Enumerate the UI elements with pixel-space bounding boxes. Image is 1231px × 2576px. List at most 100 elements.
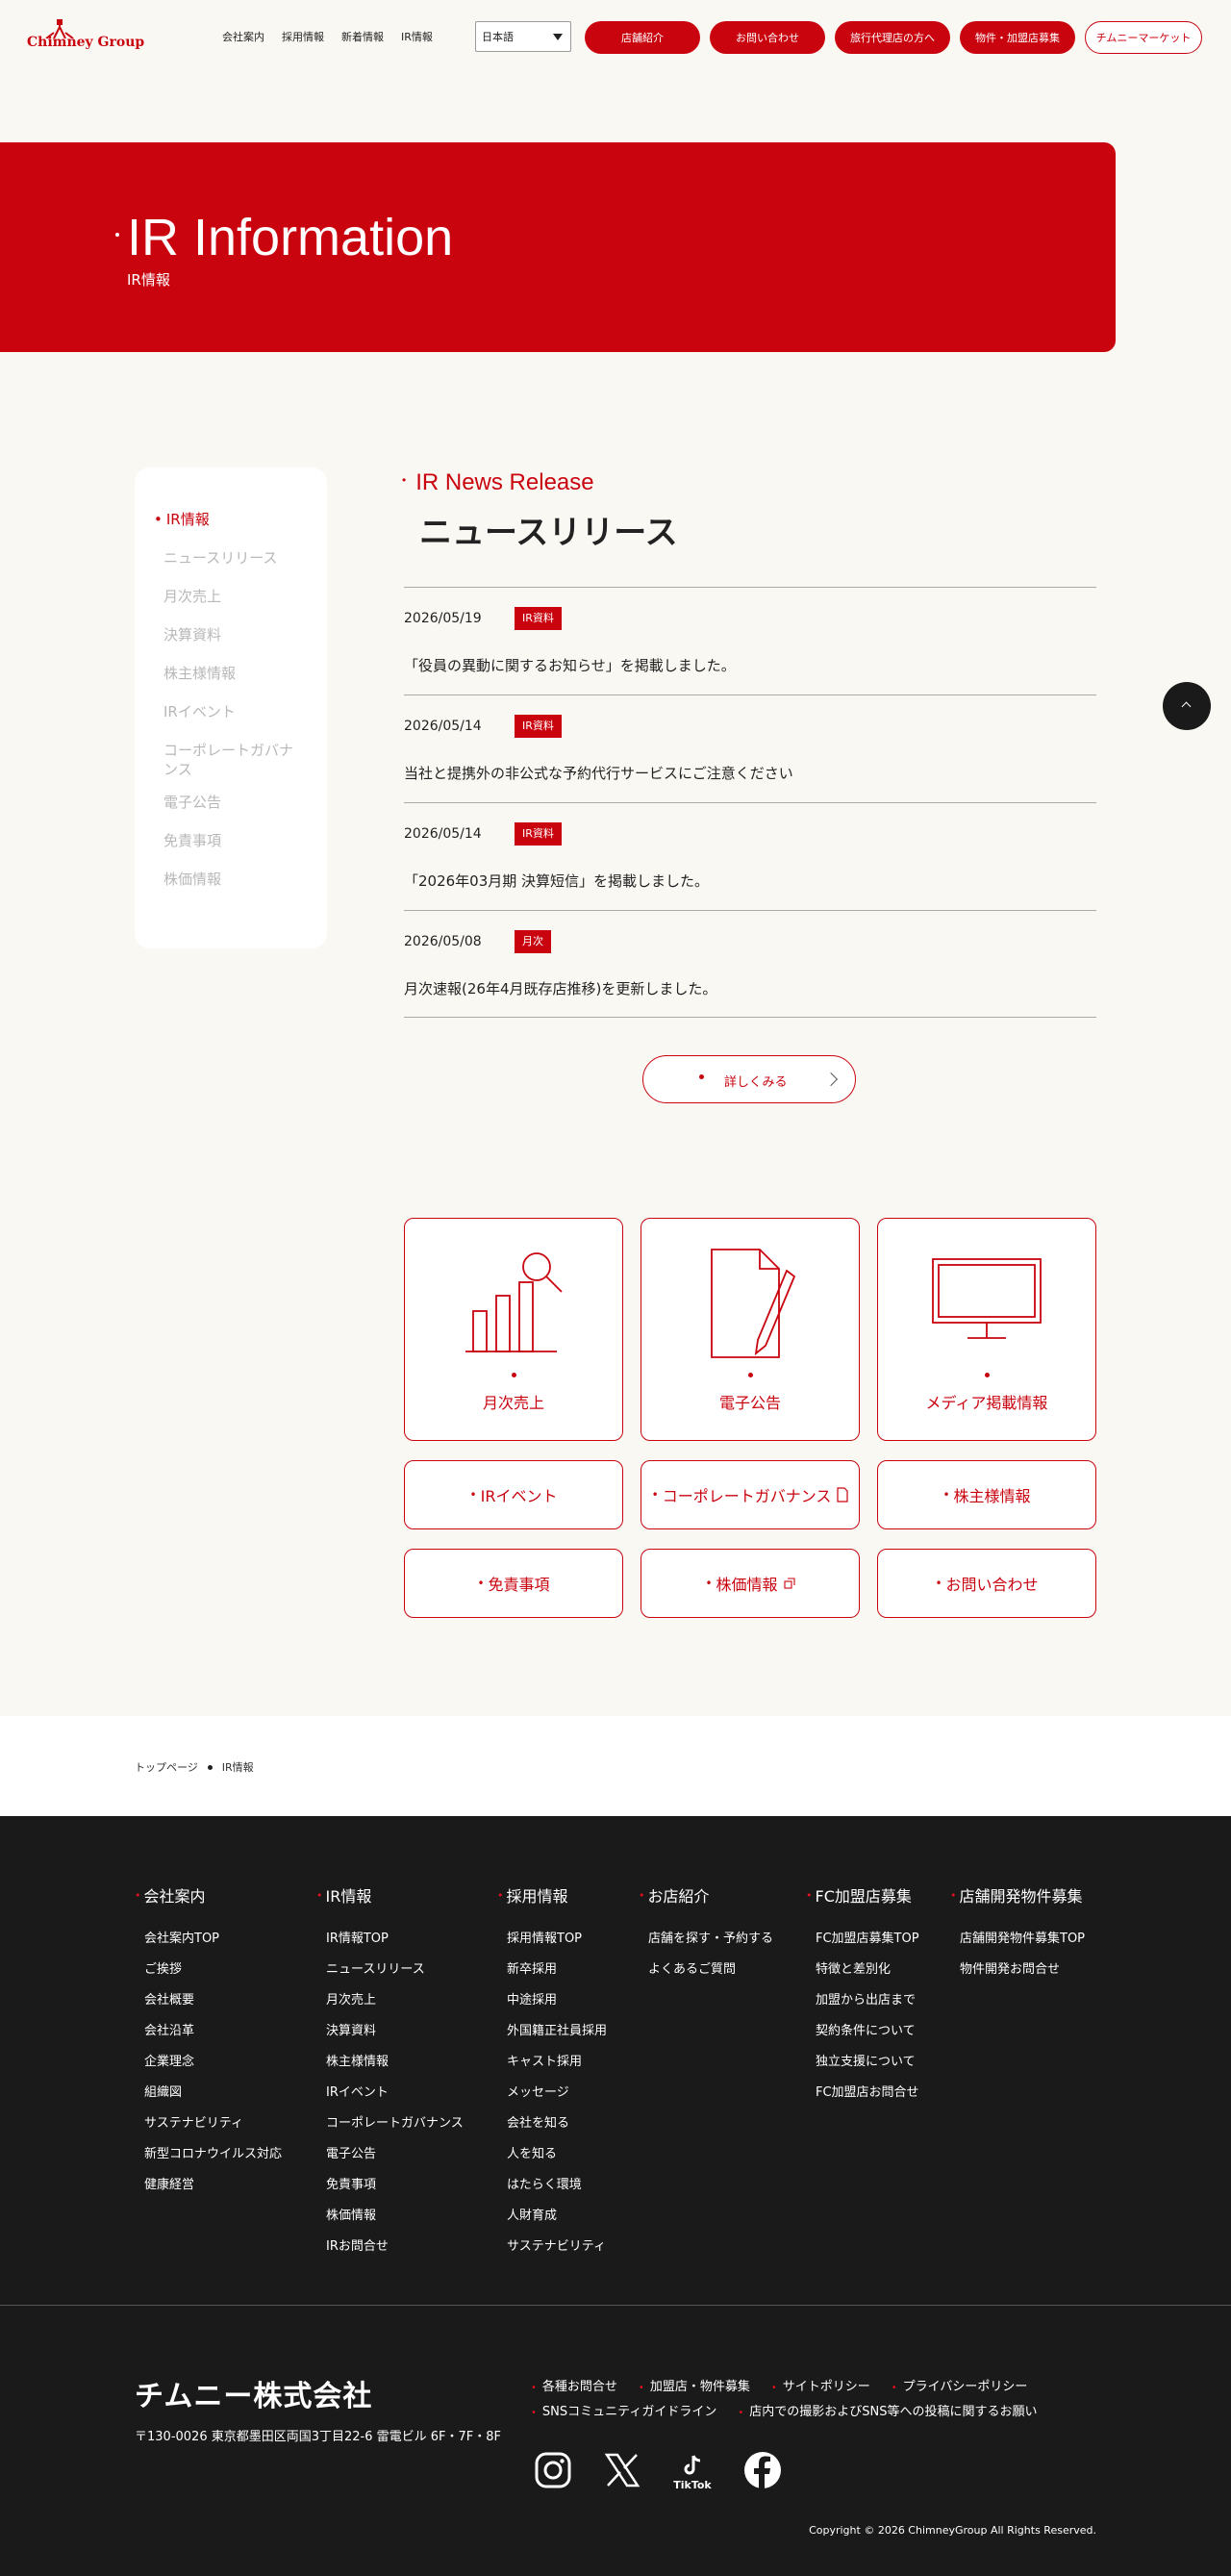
news-item[interactable]: 2026/05/14 IR資料 当社と提携外の非公式な予約代行サービスにご注意く… [404, 695, 1096, 802]
footer-link[interactable]: メッセージ [497, 2078, 607, 2109]
card-ir-events[interactable]: IRイベント [404, 1460, 623, 1529]
footer-col-head[interactable]: 会社案内 [135, 1883, 282, 1907]
card-media-info[interactable]: メディア掲載情報 [877, 1218, 1096, 1441]
sidebar-item-disclaimer[interactable]: 免責事項 [154, 831, 308, 850]
footer-col-head[interactable]: 店舗開発物件募集 [950, 1883, 1085, 1907]
footer-link[interactable]: 外国籍正社員採用 [497, 2016, 607, 2047]
card-governance[interactable]: コーポレートガバナンス [641, 1460, 860, 1529]
footer-link[interactable]: IR情報TOP [316, 1924, 464, 1955]
footer-col-head[interactable]: 採用情報 [497, 1883, 607, 1907]
footer-link[interactable]: はたらく環境 [497, 2170, 607, 2201]
footer-link[interactable]: FC加盟店お問合せ [806, 2078, 919, 2109]
sidebar-item-ir[interactable]: IR情報 [154, 510, 308, 529]
sidebar-item-news-release[interactable]: ニュースリリース [154, 548, 308, 568]
footer-link[interactable]: 会社を知る [497, 2109, 607, 2139]
travel-agency-button[interactable]: 旅行代理店の方へ [835, 21, 950, 54]
stores-button[interactable]: 店舗紹介 [585, 21, 700, 54]
footer-link[interactable]: 特徴と差別化 [806, 1955, 919, 1985]
footer-link[interactable]: 人を知る [497, 2139, 607, 2170]
news-item[interactable]: 2026/05/19 IR資料 「役員の異動に関するお知らせ」を掲載しました。 [404, 587, 1096, 695]
sidebar-item-governance[interactable]: コーポレートガバナンス [154, 741, 298, 779]
language-select[interactable]: 日本語 [475, 21, 571, 52]
footer-link[interactable]: 加盟から出店まで [806, 1985, 919, 2016]
card-e-notice[interactable]: 電子公告 [641, 1218, 860, 1441]
footer-link[interactable]: 新型コロナウイルス対応 [135, 2139, 282, 2170]
footer-link[interactable]: 会社概要 [135, 1985, 282, 2016]
card-shareholder-info[interactable]: 株主様情報 [877, 1460, 1096, 1529]
footer-link[interactable]: 新卒採用 [497, 1955, 607, 1985]
breadcrumb-home[interactable]: トップページ [135, 1759, 198, 1775]
footer-link[interactable]: 独立支援について [806, 2047, 919, 2078]
news-text[interactable]: 月次速報(26年4月既存店推移)を更新しました。 [404, 978, 716, 998]
footer-col-head[interactable]: FC加盟店募集 [806, 1883, 919, 1907]
news-text[interactable]: 当社と提携外の非公式な予約代行サービスにご注意ください [404, 763, 793, 783]
nav-ir[interactable]: IR情報 [401, 29, 433, 44]
footer-link[interactable]: サイトポリシー [771, 2376, 870, 2394]
card-contact[interactable]: お問い合わせ [877, 1549, 1096, 1618]
footer-link[interactable]: サステナビリティ [135, 2109, 282, 2139]
footer-link[interactable]: IRお問合せ [316, 2232, 464, 2262]
footer-link[interactable]: 会社案内TOP [135, 1924, 282, 1955]
nav-company[interactable]: 会社案内 [222, 29, 264, 44]
footer-link[interactable]: サステナビリティ [497, 2232, 607, 2262]
back-to-top-button[interactable] [1163, 682, 1211, 730]
footer-link[interactable]: 企業理念 [135, 2047, 282, 2078]
footer-col-head[interactable]: お店紹介 [639, 1883, 773, 1907]
news-text[interactable]: 「役員の異動に関するお知らせ」を掲載しました。 [404, 655, 736, 675]
sidebar-item-ir-events[interactable]: IRイベント [154, 702, 308, 721]
view-more-button[interactable]: 詳しくみる [642, 1055, 856, 1103]
footer-link[interactable]: よくあるご質問 [639, 1955, 773, 1985]
footer-link[interactable]: 店舗を探す・予約する [639, 1924, 773, 1955]
sidebar-item-shareholder-info[interactable]: 株主様情報 [154, 664, 308, 683]
x-icon[interactable] [603, 2451, 641, 2489]
footer-link[interactable]: 会社沿革 [135, 2016, 282, 2047]
card-stock-price[interactable]: 株価情報 [641, 1549, 860, 1618]
sidebar-item-stock-price[interactable]: 株価情報 [154, 870, 308, 889]
footer-link[interactable]: 物件開発お問合せ [950, 1955, 1085, 1985]
nav-news[interactable]: 新着情報 [341, 29, 384, 44]
card-monthly-sales[interactable]: 月次売上 [404, 1218, 623, 1441]
footer-link[interactable]: 決算資料 [316, 2016, 464, 2047]
footer-link[interactable]: コーポレートガバナンス [316, 2109, 464, 2139]
chimney-market-button[interactable]: チムニーマーケット [1085, 21, 1202, 54]
footer-link[interactable]: 各種お問合せ [531, 2376, 617, 2394]
news-item[interactable]: 2026/05/08 月次 月次速報(26年4月既存店推移)を更新しました。 [404, 910, 1096, 1018]
contact-button[interactable]: お問い合わせ [710, 21, 825, 54]
footer-link[interactable]: 人財育成 [497, 2201, 607, 2232]
footer-col-head[interactable]: IR情報 [316, 1883, 464, 1907]
tiktok-label: TikTok [673, 2478, 712, 2491]
footer-link[interactable]: 電子公告 [316, 2139, 464, 2170]
company-address: 〒130-0026 東京都墨田区両国3丁目22-6 雷電ビル 6F・7F・8F [135, 2430, 502, 2444]
property-franchise-button[interactable]: 物件・加盟店募集 [960, 21, 1075, 54]
sidebar-item-monthly-sales[interactable]: 月次売上 [154, 587, 308, 606]
footer-link[interactable]: 加盟店・物件募集 [639, 2376, 750, 2394]
footer-link[interactable]: FC加盟店募集TOP [806, 1924, 919, 1955]
logo[interactable]: Chimney Group [27, 19, 146, 54]
footer-link[interactable]: 組織図 [135, 2078, 282, 2109]
facebook-icon[interactable] [743, 2451, 782, 2489]
footer-link[interactable]: 店内での撮影およびSNS等への投稿に関するお願い [738, 2401, 1037, 2419]
footer-link[interactable]: 採用情報TOP [497, 1924, 607, 1955]
footer-link[interactable]: 月次売上 [316, 1985, 464, 2016]
news-item[interactable]: 2026/05/14 IR資料 「2026年03月期 決算短信」を掲載しました。 [404, 802, 1096, 910]
footer-link[interactable]: キャスト採用 [497, 2047, 607, 2078]
sidebar-item-financial-docs[interactable]: 決算資料 [154, 625, 308, 644]
footer-link[interactable]: 契約条件について [806, 2016, 919, 2047]
nav-recruit[interactable]: 採用情報 [282, 29, 324, 44]
footer-link[interactable]: 健康経営 [135, 2170, 282, 2201]
tiktok-icon[interactable]: TikTok [669, 2451, 716, 2493]
footer-link[interactable]: 株価情報 [316, 2201, 464, 2232]
footer-link[interactable]: 免責事項 [316, 2170, 464, 2201]
news-text[interactable]: 「2026年03月期 決算短信」を掲載しました。 [404, 871, 709, 891]
footer-link[interactable]: プライバシーポリシー [892, 2376, 1028, 2394]
footer-link[interactable]: SNSコミュニティガイドライン [531, 2401, 716, 2419]
instagram-icon[interactable] [534, 2451, 572, 2489]
footer-link[interactable]: 店舗開発物件募集TOP [950, 1924, 1085, 1955]
card-disclaimer[interactable]: 免責事項 [404, 1549, 623, 1618]
footer-link[interactable]: 株主様情報 [316, 2047, 464, 2078]
footer-link[interactable]: IRイベント [316, 2078, 464, 2109]
footer-link[interactable]: ご挨拶 [135, 1955, 282, 1985]
footer-link[interactable]: 中途採用 [497, 1985, 607, 2016]
footer-link[interactable]: ニュースリリース [316, 1955, 464, 1985]
sidebar-item-e-notice[interactable]: 電子公告 [154, 793, 308, 812]
